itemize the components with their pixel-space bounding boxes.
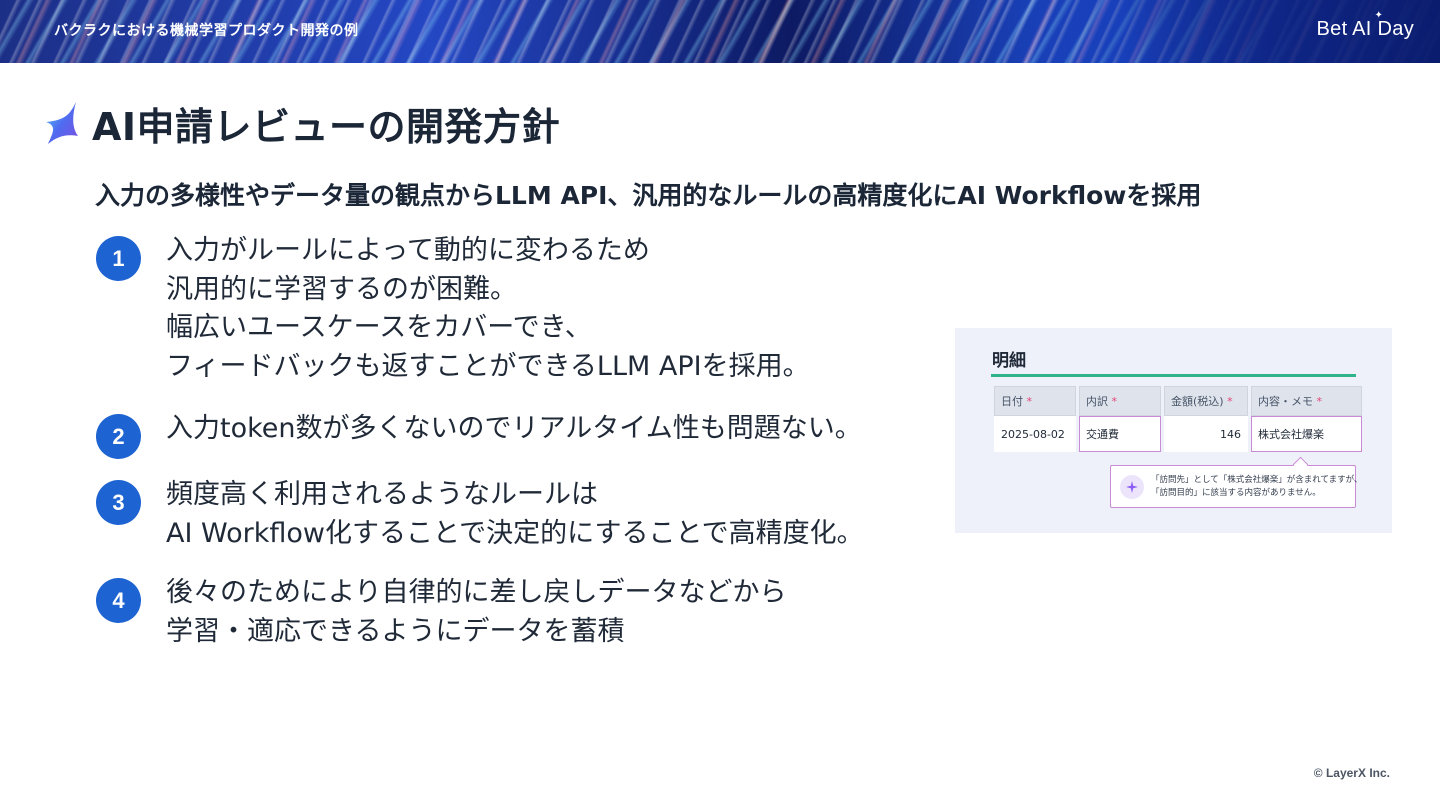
amount-cell[interactable]: 146	[1164, 416, 1248, 452]
number-badge: 3	[96, 480, 141, 525]
date-cell[interactable]: 2025-08-02	[994, 416, 1076, 452]
memo-cell[interactable]: 株式会社爆楽	[1251, 416, 1362, 452]
brand-logo: Bet AI Day ✦	[1316, 10, 1415, 41]
number-badge: 1	[96, 236, 141, 281]
brand-text: Bet AI Day	[1316, 18, 1414, 40]
breadcrumb: バクラクにおける機械学習プロダクト開発の例	[54, 23, 359, 39]
sparkle-icon: ✦	[1374, 10, 1384, 21]
column-header-category: 内訳 *	[1079, 386, 1161, 416]
number-badge: 4	[96, 578, 141, 623]
category-cell[interactable]: 交通費	[1079, 416, 1161, 452]
item-text: AI Workflow化することで決定的にすることで高精度化。	[166, 517, 864, 549]
expense-detail-mockup: 明細 日付 * 内訳 * 金額(税込) * 内容・メモ * 2025-08-02…	[955, 328, 1392, 533]
item-text: 学習・適応できるようにデータを蓄積	[166, 615, 625, 647]
item-text: 頻度高く利用されるようなルールは	[166, 479, 598, 510]
item-text: 幅広いユースケースをカバーでき、	[166, 312, 592, 343]
copyright: © LayerX Inc.	[1313, 766, 1390, 780]
section-title: 明細	[992, 351, 1026, 371]
item-text: 入力token数が多くないのでリアルタイム性も問題ない。	[166, 413, 862, 444]
page-subtitle: 入力の多様性やデータ量の観点からLLM API、汎用的なルールの高精度化にAI …	[95, 181, 1202, 210]
ai-feedback-message: 「訪問先」として「株式会社爆楽」が含まれてますが、 「訪問目的」に該当する内容が…	[1151, 475, 1363, 498]
ai-sparkle-icon	[1120, 475, 1144, 499]
header-banner: バクラクにおける機械学習プロダクト開発の例 Bet AI Day ✦	[0, 0, 1440, 63]
table-row: 2025-08-02 交通費 146 株式会社爆楽	[994, 416, 1362, 452]
section-divider	[991, 374, 1356, 377]
item-text: フィードバックも返すことができるLLM APIを採用。	[166, 350, 810, 382]
table-header-row: 日付 * 内訳 * 金額(税込) * 内容・メモ *	[994, 386, 1362, 416]
column-header-memo: 内容・メモ *	[1251, 386, 1362, 416]
item-text: 入力がルールによって動的に変わるため	[166, 235, 650, 266]
item-text: 汎用的に学習するのが困難。	[166, 273, 517, 305]
column-header-date: 日付 *	[994, 386, 1076, 416]
star-icon	[46, 102, 78, 144]
ai-feedback-tooltip: 「訪問先」として「株式会社爆楽」が含まれてますが、 「訪問目的」に該当する内容が…	[1110, 456, 1362, 508]
column-header-amount: 金額(税込) *	[1164, 386, 1248, 416]
number-badge: 2	[96, 414, 141, 459]
detail-table: 日付 * 内訳 * 金額(税込) * 内容・メモ * 2025-08-02 交通…	[991, 386, 1365, 452]
item-text: 後々のためにより自律的に差し戻しデータなどから	[166, 577, 787, 608]
page-title: AI申請レビューの開発方針	[92, 105, 561, 149]
tooltip-caret	[1292, 456, 1309, 473]
